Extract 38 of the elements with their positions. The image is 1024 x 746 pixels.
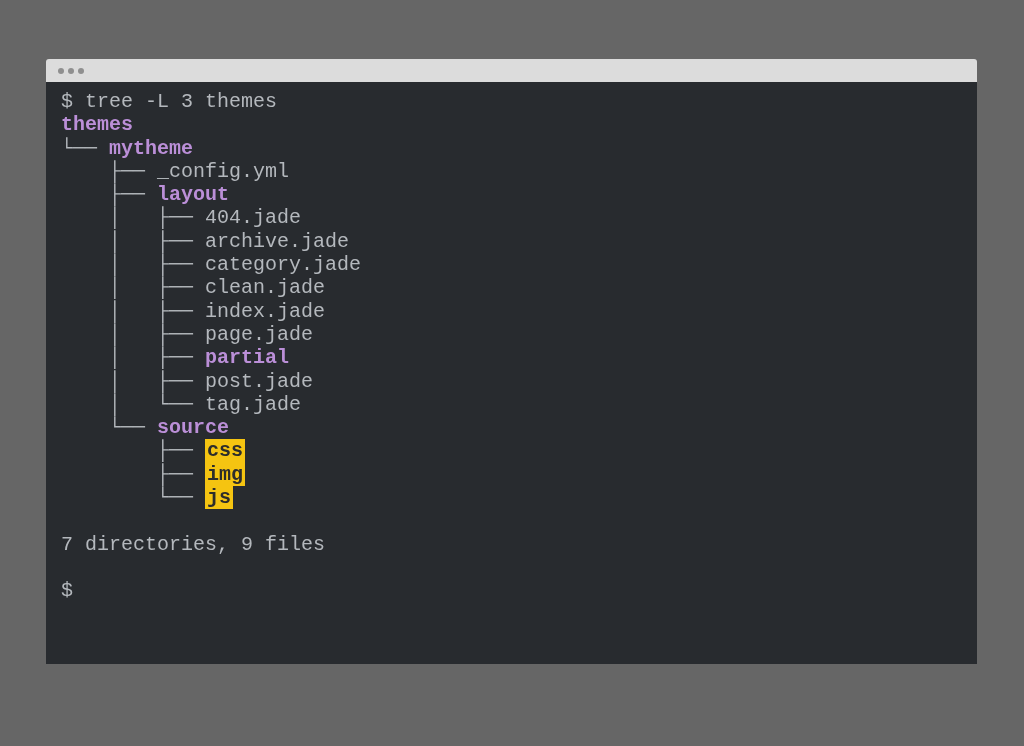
tree-lines: ├── [156, 462, 195, 486]
window-dots-icon [58, 67, 84, 74]
file-name: tag.jade [205, 392, 302, 417]
directory-name: themes [61, 113, 133, 137]
tree-lines: │ ├── [108, 206, 195, 230]
command-text: tree -L 3 themes [85, 90, 278, 114]
file-name: page.jade [205, 322, 314, 347]
file-name: archive.jade [205, 229, 350, 254]
tree-lines: │ ├── [108, 299, 195, 323]
prompt-sign: $ [61, 579, 73, 603]
tree-lines: │ ├── [108, 253, 195, 277]
tree-lines: │ └── [108, 392, 195, 416]
tree-lines: │ ├── [108, 322, 195, 346]
highlighted-directory-name: css [205, 439, 246, 463]
highlighted-directory-name: js [205, 486, 234, 510]
file-name: category.jade [205, 253, 362, 277]
prompt-sign: $ [61, 90, 73, 114]
highlighted-directory-name: img [205, 462, 246, 487]
tree-lines: │ ├── [108, 229, 195, 253]
tree-lines: │ ├── [108, 276, 195, 300]
tree-lines: │ ├── [108, 346, 195, 370]
file-name: index.jade [205, 299, 326, 323]
tree-lines: ├── [108, 159, 146, 183]
summary-text: 7 directories, 9 files [61, 532, 326, 556]
tree-lines: └── [156, 486, 195, 510]
directory-name: mytheme [109, 136, 194, 160]
tree-lines: └── [61, 136, 98, 160]
tree-lines: │ ├── [108, 369, 195, 393]
directory-name: partial [205, 346, 290, 370]
directory-name: layout [157, 183, 230, 207]
tree-lines: └── [108, 416, 146, 440]
file-name: clean.jade [205, 276, 326, 300]
tree-lines: ├── [108, 183, 146, 207]
tree-lines: ├── [156, 439, 195, 463]
file-name: 404.jade [205, 206, 302, 230]
directory-name: source [157, 416, 230, 440]
file-name: _config.yml [157, 159, 290, 184]
file-name: post.jade [205, 369, 314, 393]
